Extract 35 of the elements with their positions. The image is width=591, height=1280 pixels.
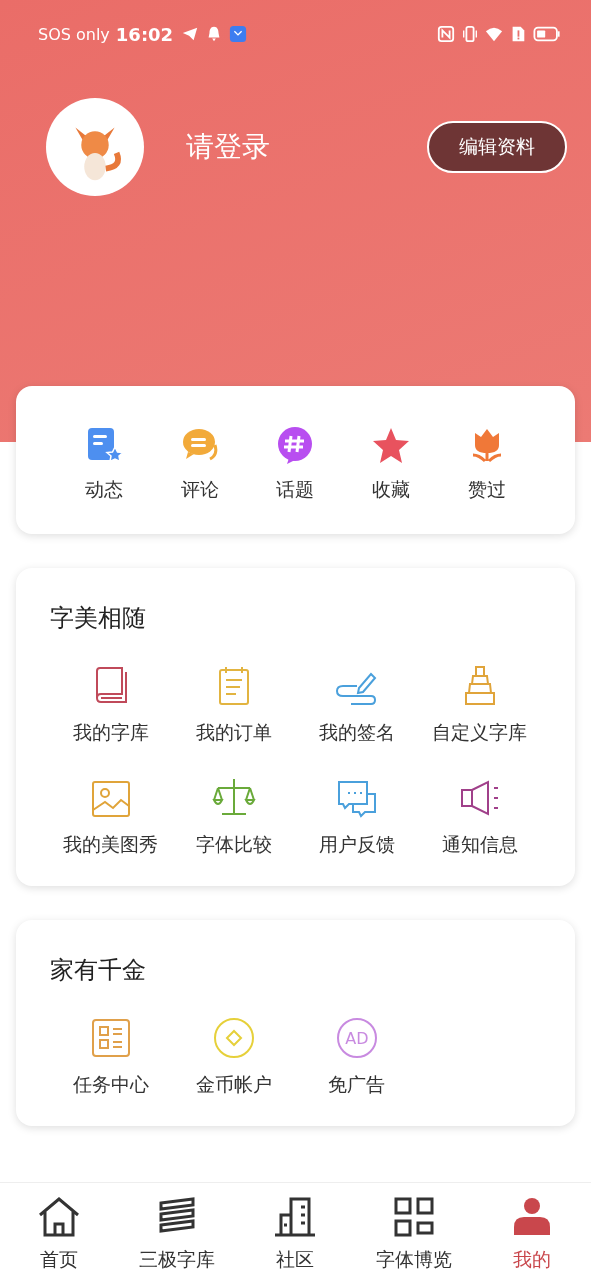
menu-label[interactable]: 任务中心 [72,1072,149,1098]
tab[interactable]: 我的 [472,1195,591,1273]
section-title: 字美相随 [50,603,147,634]
action-label[interactable]: 动态 [84,477,123,503]
tab[interactable]: 三极字库 [118,1195,237,1273]
battery-icon [533,25,561,43]
menu-label[interactable]: 字体比较 [195,832,272,858]
nfc-icon [437,25,455,43]
action-label[interactable]: 赞过 [468,477,507,503]
home-icon[interactable] [37,1195,82,1239]
menu-label[interactable]: 金币帐户 [195,1072,272,1098]
action-label[interactable]: 评论 [180,477,219,503]
vibrate-icon [461,25,479,43]
coin-icon[interactable] [211,1016,256,1060]
building-icon[interactable] [273,1195,318,1239]
menu-label[interactable]: 我的美图秀 [63,832,158,858]
menu-label[interactable]: 我的签名 [318,720,395,746]
clock-time: 16:02 [115,23,174,45]
tab[interactable]: 首页 [0,1195,119,1273]
menu-label[interactable]: 我的订单 [195,720,272,746]
carrier-text: SOS only [38,24,110,44]
action-label[interactable]: 收藏 [372,477,411,503]
tab[interactable]: 社区 [236,1195,355,1273]
menu-label[interactable]: 自定义字库 [432,720,527,746]
menu-label[interactable]: 免广告 [328,1072,385,1098]
tab[interactable]: 字体博览 [354,1195,473,1273]
menu-label[interactable]: 用户反馈 [318,832,395,858]
action-label[interactable]: 话题 [276,477,315,503]
edit-profile-button[interactable]: 编辑资料 [427,121,567,173]
app-icon [229,25,248,43]
menu-label[interactable]: 通知信息 [441,832,518,858]
section-title: 家有千金 [50,955,147,986]
wifi-icon [485,25,503,43]
menu-label[interactable]: 我的字库 [72,720,149,746]
send-icon [181,25,200,43]
